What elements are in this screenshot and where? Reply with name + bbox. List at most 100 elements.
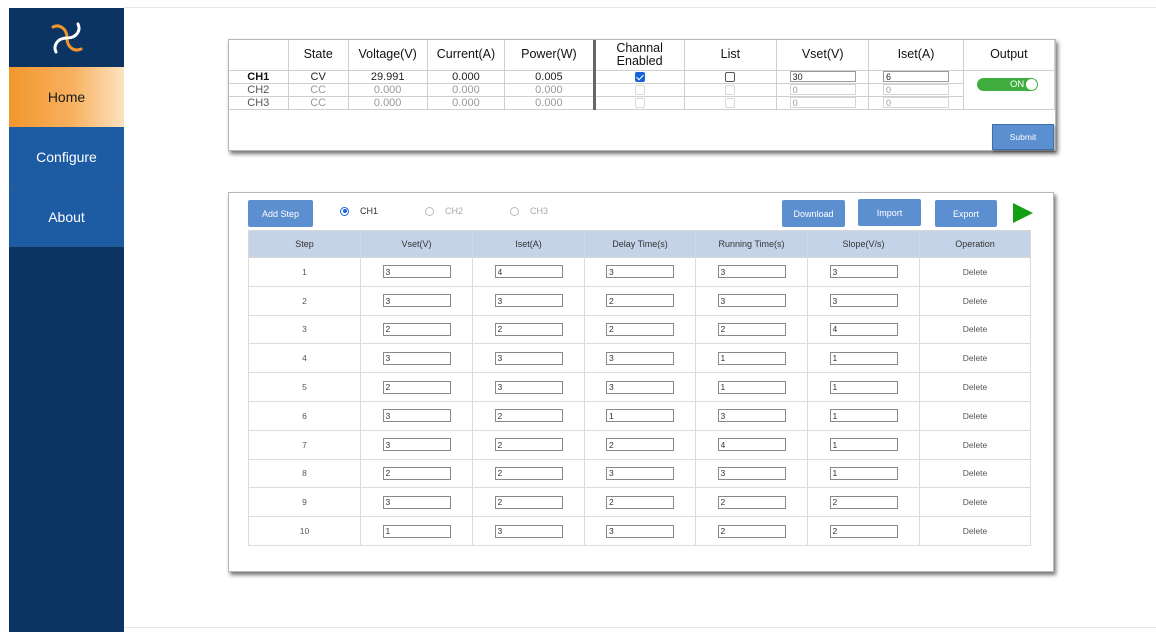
delete-button[interactable]: Delete bbox=[919, 314, 1031, 345]
iset-cell bbox=[472, 372, 585, 402]
channel-voltage: 29.991 bbox=[348, 70, 428, 84]
delay-time-input[interactable] bbox=[606, 524, 674, 538]
delay-time-input[interactable] bbox=[606, 265, 674, 279]
delay-time-input[interactable] bbox=[606, 380, 674, 394]
delete-button[interactable]: Delete bbox=[919, 400, 1031, 431]
iset-input[interactable] bbox=[494, 438, 563, 452]
sidebar-item-home[interactable]: Home bbox=[9, 67, 124, 127]
slope-input[interactable] bbox=[829, 495, 898, 509]
running-time-input[interactable] bbox=[717, 524, 786, 538]
iset-input[interactable] bbox=[494, 495, 563, 509]
table-row: 4 Delete bbox=[248, 343, 1031, 374]
vset-input[interactable] bbox=[382, 409, 451, 423]
slope-input[interactable] bbox=[829, 524, 898, 538]
iset-cell bbox=[472, 257, 585, 287]
iset-cell bbox=[472, 314, 585, 345]
vset-input[interactable] bbox=[382, 524, 451, 538]
running-time-input[interactable] bbox=[717, 322, 786, 336]
slope-input[interactable] bbox=[829, 351, 898, 365]
iset-input[interactable] bbox=[882, 97, 949, 108]
iset-input[interactable] bbox=[882, 71, 949, 82]
add-step-button[interactable]: Add Step bbox=[248, 200, 313, 227]
slope-input[interactable] bbox=[829, 466, 898, 480]
running-time-cell bbox=[695, 516, 808, 546]
slope-input[interactable] bbox=[829, 409, 898, 423]
delay-time-input[interactable] bbox=[606, 351, 674, 365]
running-time-input[interactable] bbox=[717, 409, 786, 423]
sidebar-item-configure[interactable]: Configure bbox=[9, 127, 124, 187]
download-button[interactable]: Download bbox=[782, 200, 845, 227]
slope-input[interactable] bbox=[829, 438, 898, 452]
running-time-input[interactable] bbox=[717, 380, 786, 394]
radio-ch2[interactable]: CH2 bbox=[425, 206, 463, 216]
radio-ch3[interactable]: CH3 bbox=[510, 206, 548, 216]
export-button[interactable]: Export bbox=[935, 200, 997, 227]
running-time-input[interactable] bbox=[717, 351, 786, 365]
iset-input[interactable] bbox=[494, 380, 563, 394]
delete-button[interactable]: Delete bbox=[919, 516, 1031, 546]
delete-button[interactable]: Delete bbox=[919, 257, 1031, 287]
slope-input[interactable] bbox=[829, 322, 898, 336]
iset-input[interactable] bbox=[494, 524, 563, 538]
column-header-step: Step bbox=[248, 230, 361, 258]
vset-input[interactable] bbox=[382, 294, 451, 308]
column-header-iset: Iset(A) bbox=[472, 230, 585, 258]
channel-current: 0.000 bbox=[427, 83, 506, 97]
running-time-input[interactable] bbox=[717, 466, 786, 480]
delete-button[interactable]: Delete bbox=[919, 458, 1031, 489]
vset-input[interactable] bbox=[382, 265, 451, 279]
iset-input[interactable] bbox=[494, 351, 563, 365]
channel-list-checkbox[interactable] bbox=[725, 71, 736, 82]
slope-input[interactable] bbox=[829, 380, 898, 394]
iset-input[interactable] bbox=[494, 322, 563, 336]
slope-input[interactable] bbox=[829, 265, 898, 279]
channel-list-checkbox[interactable] bbox=[725, 84, 736, 95]
table-row: 7 Delete bbox=[248, 429, 1031, 460]
output-toggle[interactable]: ON bbox=[976, 77, 1038, 91]
delay-time-input[interactable] bbox=[606, 466, 674, 480]
delay-time-input[interactable] bbox=[606, 495, 674, 509]
delete-button[interactable]: Delete bbox=[919, 429, 1031, 460]
submit-button[interactable]: Submit bbox=[992, 124, 1054, 150]
slope-cell bbox=[807, 516, 920, 546]
running-time-cell bbox=[695, 400, 808, 431]
channel-list-checkbox[interactable] bbox=[725, 97, 736, 108]
delete-button[interactable]: Delete bbox=[919, 285, 1031, 316]
vset-input[interactable] bbox=[382, 495, 451, 509]
vset-input[interactable] bbox=[789, 71, 856, 82]
running-time-input[interactable] bbox=[717, 438, 786, 452]
delay-time-input[interactable] bbox=[606, 438, 674, 452]
vset-input[interactable] bbox=[382, 351, 451, 365]
delete-button[interactable]: Delete bbox=[919, 487, 1031, 518]
vset-input[interactable] bbox=[382, 380, 451, 394]
running-time-input[interactable] bbox=[717, 495, 786, 509]
delay-time-input[interactable] bbox=[606, 322, 674, 336]
vset-input[interactable] bbox=[382, 466, 451, 480]
vset-input[interactable] bbox=[382, 322, 451, 336]
delete-button[interactable]: Delete bbox=[919, 343, 1031, 374]
iset-input[interactable] bbox=[494, 294, 563, 308]
channel-enabled-checkbox[interactable] bbox=[634, 71, 645, 82]
delay-time-input[interactable] bbox=[606, 409, 674, 423]
iset-input[interactable] bbox=[494, 466, 563, 480]
vset-input[interactable] bbox=[789, 84, 856, 95]
sidebar-item-about[interactable]: About bbox=[9, 187, 124, 247]
radio-ch1[interactable]: CH1 bbox=[340, 206, 378, 216]
play-icon[interactable] bbox=[1013, 203, 1033, 223]
running-time-input[interactable] bbox=[717, 265, 786, 279]
iset-input[interactable] bbox=[882, 84, 949, 95]
slope-input[interactable] bbox=[829, 294, 898, 308]
iset-input[interactable] bbox=[494, 409, 563, 423]
iset-input[interactable] bbox=[494, 265, 563, 279]
table-row: 1 Delete bbox=[248, 257, 1031, 287]
delete-button[interactable]: Delete bbox=[919, 372, 1031, 402]
vset-input[interactable] bbox=[789, 97, 856, 108]
step-number: 3 bbox=[248, 314, 361, 345]
channel-enabled-checkbox[interactable] bbox=[634, 84, 645, 95]
channel-enabled-checkbox[interactable] bbox=[634, 97, 645, 108]
delay-time-input[interactable] bbox=[606, 294, 674, 308]
running-time-input[interactable] bbox=[717, 294, 786, 308]
vset-input[interactable] bbox=[382, 438, 451, 452]
import-button[interactable]: Import bbox=[858, 199, 921, 226]
channel-name: CH3 bbox=[229, 96, 289, 110]
